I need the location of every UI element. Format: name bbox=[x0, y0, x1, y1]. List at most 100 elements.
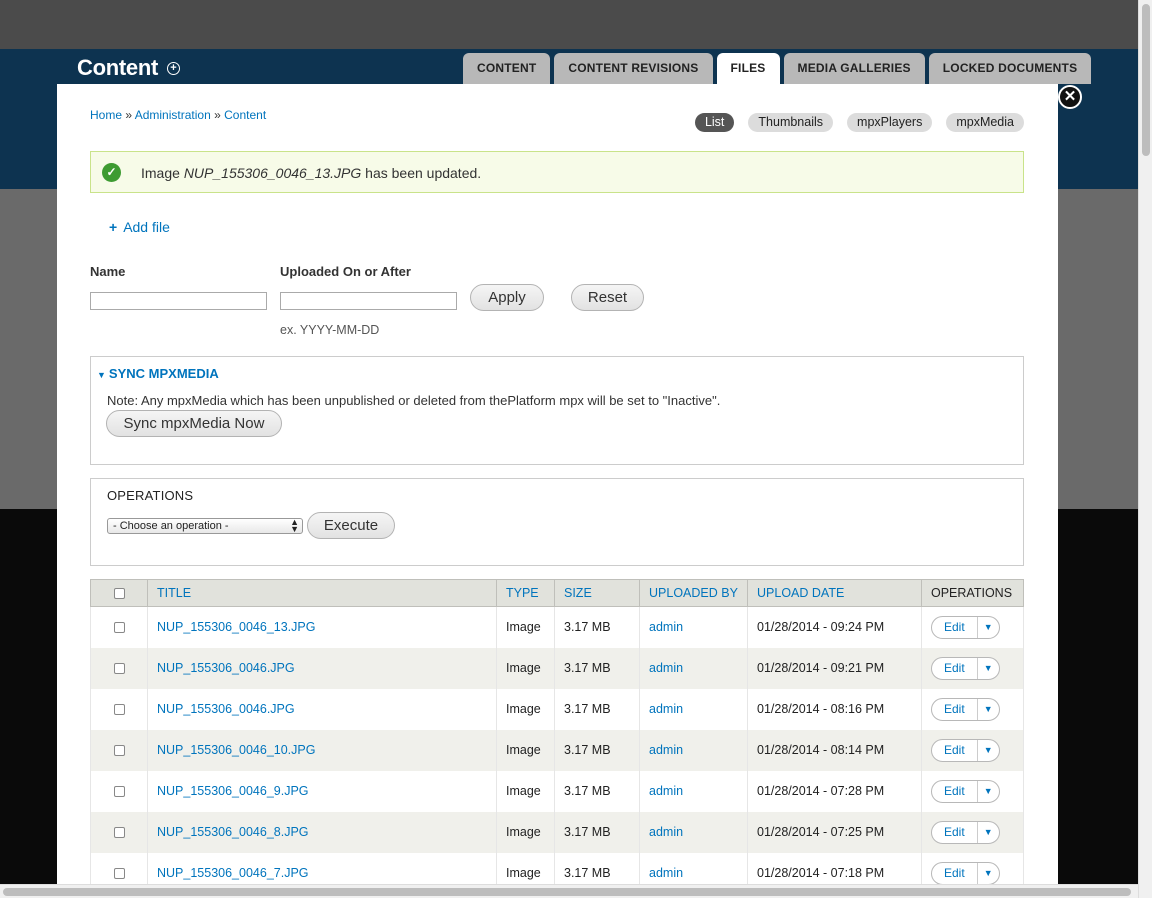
breadcrumb-separator: » bbox=[214, 108, 221, 122]
view-mpxmedia[interactable]: mpxMedia bbox=[946, 113, 1024, 132]
tab-content-revisions[interactable]: CONTENT REVISIONS bbox=[554, 53, 713, 84]
dropdown-arrow-icon[interactable]: ▼ bbox=[976, 780, 999, 802]
table-row: NUP_155306_0046.JPG Image 3.17 MB admin 01/2… bbox=[90, 647, 1024, 689]
column-size[interactable]: SIZE bbox=[554, 579, 640, 607]
tab-files[interactable]: FILES bbox=[716, 53, 780, 84]
row-checkbox[interactable] bbox=[113, 745, 125, 757]
uploaded-by-cell: admin bbox=[639, 729, 748, 771]
row-checkbox[interactable] bbox=[113, 622, 125, 634]
file-title-link[interactable]: NUP_155306_0046_13.JPG bbox=[157, 620, 315, 634]
edit-button[interactable]: Edit bbox=[932, 743, 977, 757]
file-size: 3.17 MB bbox=[554, 688, 640, 730]
operation-select[interactable]: - Choose an operation - ▲ ▼ bbox=[107, 518, 303, 534]
close-overlay-icon[interactable]: ✕ bbox=[1058, 85, 1082, 109]
dropdown-arrow-icon[interactable]: ▼ bbox=[976, 616, 999, 638]
upload-date: 01/28/2014 - 07:25 PM bbox=[747, 811, 922, 853]
file-type: Image bbox=[496, 770, 555, 812]
add-shortcut-icon[interactable]: + bbox=[167, 62, 180, 75]
uploaded-by-link[interactable]: admin bbox=[649, 743, 683, 757]
table-row: NUP_155306_0046_8.JPG Image 3.17 MB admin 01… bbox=[90, 811, 1024, 853]
uploaded-by-link[interactable]: admin bbox=[649, 784, 683, 798]
breadcrumb: Home » Administration » Content bbox=[90, 108, 266, 122]
table-row: NUP_155306_0046_9.JPG Image 3.17 MB admin 01… bbox=[90, 770, 1024, 812]
column-upload-date[interactable]: UPLOAD DATE bbox=[747, 579, 922, 607]
file-title-link[interactable]: NUP_155306_0046_8.JPG bbox=[157, 825, 309, 839]
file-title-link[interactable]: NUP_155306_0046_9.JPG bbox=[157, 784, 309, 798]
breadcrumb-content[interactable]: Content bbox=[224, 108, 266, 122]
file-type: Image bbox=[496, 852, 555, 884]
uploaded-filter-label: Uploaded On or After bbox=[280, 264, 411, 279]
sync-now-button[interactable]: Sync mpxMedia Now bbox=[106, 410, 282, 437]
file-title-link[interactable]: NUP_155306_0046.JPG bbox=[157, 661, 295, 675]
name-filter-input[interactable] bbox=[90, 292, 267, 310]
uploaded-by-link[interactable]: admin bbox=[649, 702, 683, 716]
breadcrumb-administration[interactable]: Administration bbox=[135, 108, 211, 122]
file-title-link[interactable]: NUP_155306_0046.JPG bbox=[157, 702, 295, 716]
file-size: 3.17 MB bbox=[554, 606, 640, 648]
vertical-scrollbar[interactable] bbox=[1138, 0, 1152, 898]
updated-filename: NUP_155306_0046_13.JPG bbox=[183, 165, 362, 181]
edit-button[interactable]: Edit bbox=[932, 825, 977, 839]
upload-date: 01/28/2014 - 07:18 PM bbox=[747, 852, 922, 884]
execute-button[interactable]: Execute bbox=[307, 512, 395, 539]
dropdown-arrow-icon[interactable]: ▼ bbox=[976, 821, 999, 843]
table-row: NUP_155306_0046_7.JPG Image 3.17 MB admin 01… bbox=[90, 852, 1024, 884]
view-thumbnails[interactable]: Thumbnails bbox=[748, 113, 834, 132]
dropdown-arrow-icon[interactable]: ▼ bbox=[976, 657, 999, 679]
operations-legend: OPERATIONS bbox=[107, 488, 194, 503]
horizontal-scrollbar[interactable] bbox=[0, 884, 1138, 898]
column-uploaded-by[interactable]: UPLOADED BY bbox=[639, 579, 748, 607]
view-mpxplayers[interactable]: mpxPlayers bbox=[847, 113, 933, 132]
file-title-link[interactable]: NUP_155306_0046_7.JPG bbox=[157, 866, 309, 880]
uploaded-by-link[interactable]: admin bbox=[649, 661, 683, 675]
view-list[interactable]: List bbox=[694, 113, 735, 132]
dropdown-arrow-icon[interactable]: ▼ bbox=[976, 698, 999, 720]
upload-date: 01/28/2014 - 09:21 PM bbox=[747, 647, 922, 689]
select-arrows-icon: ▲ ▼ bbox=[290, 517, 299, 534]
uploaded-date-input[interactable] bbox=[280, 292, 457, 310]
file-size: 3.17 MB bbox=[554, 729, 640, 771]
status-message-text: Image NUP_155306_0046_13.JPG has been up… bbox=[141, 165, 482, 181]
view-mode-switcher: List Thumbnails mpxPlayers mpxMedia bbox=[694, 113, 1024, 132]
file-title-cell: NUP_155306_0046_10.JPG bbox=[147, 729, 497, 771]
uploaded-by-cell: admin bbox=[639, 606, 748, 648]
dropdown-arrow-icon[interactable]: ▼ bbox=[976, 739, 999, 761]
edit-button[interactable]: Edit bbox=[932, 661, 977, 675]
tab-content[interactable]: CONTENT bbox=[463, 53, 551, 84]
operations-cell: Edit ▼ bbox=[921, 688, 1024, 730]
column-title[interactable]: TITLE bbox=[147, 579, 497, 607]
edit-button[interactable]: Edit bbox=[932, 784, 977, 798]
file-size: 3.17 MB bbox=[554, 770, 640, 812]
row-checkbox[interactable] bbox=[113, 704, 125, 716]
tab-media-galleries[interactable]: MEDIA GALLERIES bbox=[783, 53, 925, 84]
sync-legend[interactable]: ▼ SYNC MPXMEDIA bbox=[97, 366, 219, 381]
reset-button[interactable]: Reset bbox=[571, 284, 644, 311]
row-checkbox[interactable] bbox=[113, 868, 125, 880]
edit-button[interactable]: Edit bbox=[932, 866, 977, 880]
uploaded-by-link[interactable]: admin bbox=[649, 825, 683, 839]
horizontal-scroll-thumb[interactable] bbox=[3, 888, 1131, 896]
edit-button[interactable]: Edit bbox=[932, 620, 977, 634]
uploaded-by-cell: admin bbox=[639, 770, 748, 812]
collapse-triangle-icon: ▼ bbox=[97, 370, 106, 380]
file-title-link[interactable]: NUP_155306_0046_10.JPG bbox=[157, 743, 315, 757]
file-title-cell: NUP_155306_0046_8.JPG bbox=[147, 811, 497, 853]
check-icon: ✓ bbox=[102, 163, 121, 182]
vertical-scroll-thumb[interactable] bbox=[1142, 4, 1150, 156]
column-type[interactable]: TYPE bbox=[496, 579, 555, 607]
row-checkbox[interactable] bbox=[113, 786, 125, 798]
file-type: Image bbox=[496, 811, 555, 853]
tab-locked-documents[interactable]: LOCKED DOCUMENTS bbox=[928, 53, 1092, 84]
apply-button[interactable]: Apply bbox=[470, 284, 544, 311]
row-checkbox[interactable] bbox=[113, 663, 125, 675]
add-file-link[interactable]: + Add file bbox=[109, 219, 170, 235]
edit-button[interactable]: Edit bbox=[932, 702, 977, 716]
uploaded-by-link[interactable]: admin bbox=[649, 866, 683, 880]
file-type: Image bbox=[496, 688, 555, 730]
select-all-checkbox[interactable] bbox=[113, 588, 125, 600]
file-size: 3.17 MB bbox=[554, 647, 640, 689]
dropdown-arrow-icon[interactable]: ▼ bbox=[976, 862, 999, 884]
row-checkbox[interactable] bbox=[113, 827, 125, 839]
uploaded-by-link[interactable]: admin bbox=[649, 620, 683, 634]
breadcrumb-home[interactable]: Home bbox=[90, 108, 122, 122]
